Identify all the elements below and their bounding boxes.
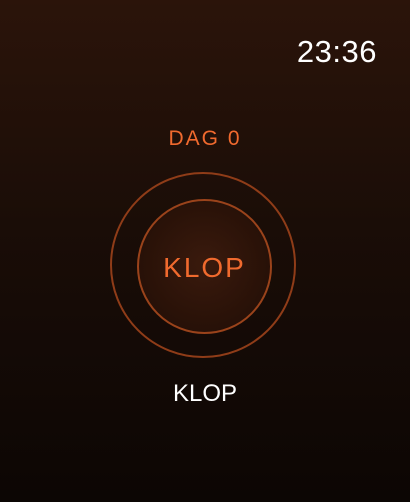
watch-screen: 23:36 DAG 0 KLOP KLOP (0, 0, 410, 502)
klop-button-label: KLOP (163, 251, 246, 283)
status-time: 23:36 (296, 34, 377, 69)
klop-button[interactable]: KLOP (137, 199, 272, 334)
day-counter-label: DAG 0 (168, 127, 242, 150)
action-caption: KLOP (172, 380, 238, 407)
